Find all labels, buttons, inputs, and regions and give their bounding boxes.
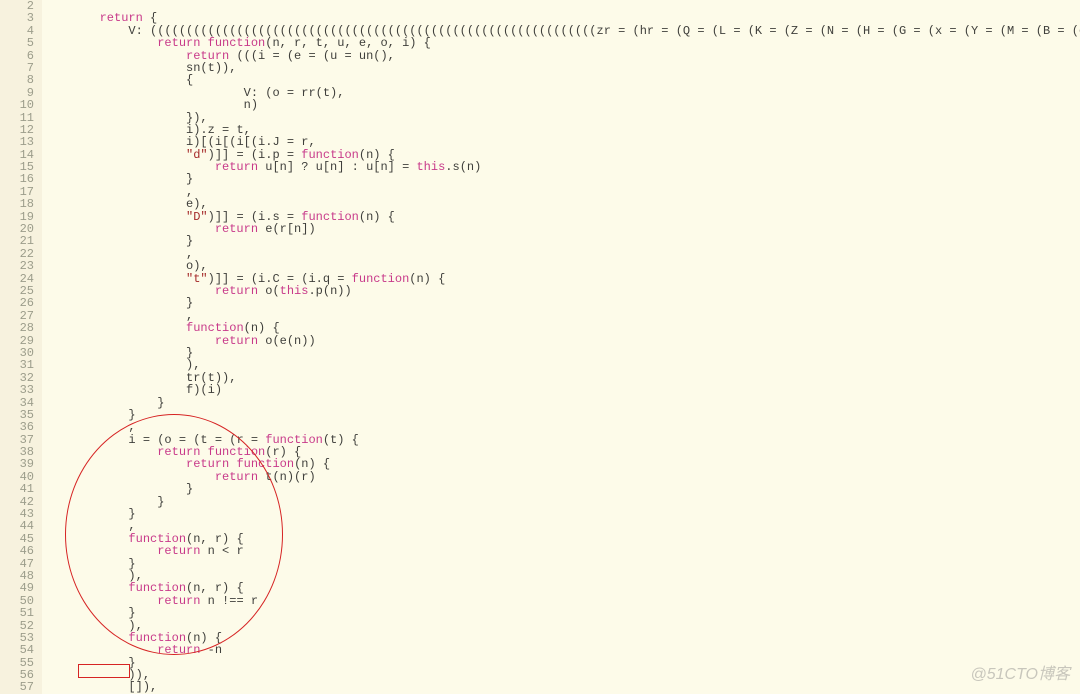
line-number: 26 [0, 297, 34, 309]
code-editor: 2345678910111213141516171819202122232425… [0, 0, 1080, 694]
line-number: 18 [0, 198, 34, 210]
code-line: } [42, 657, 1080, 669]
line-number: 3 [0, 12, 34, 24]
line-number-gutter: 2345678910111213141516171819202122232425… [0, 0, 42, 694]
line-number: 21 [0, 235, 34, 247]
line-number: 41 [0, 483, 34, 495]
line-number: 33 [0, 384, 34, 396]
code-line: } [42, 607, 1080, 619]
code-line: } [42, 496, 1080, 508]
watermark: @51CTO博客 [970, 660, 1070, 684]
code-line: } [42, 483, 1080, 495]
code-line: } [42, 297, 1080, 309]
code-line [42, 0, 1080, 12]
code-line: return o(this.p(n)) [42, 285, 1080, 297]
line-number: 8 [0, 74, 34, 86]
line-number: 23 [0, 260, 34, 272]
code-line: return t(n)(r) [42, 471, 1080, 483]
code-line: return u[n] ? u[n] : u[n] = this.s(n) [42, 161, 1080, 173]
code-line: } [42, 409, 1080, 421]
line-number: 46 [0, 545, 34, 557]
code-line: } [42, 397, 1080, 409]
line-number: 28 [0, 322, 34, 334]
code-line: } [42, 508, 1080, 520]
code-area[interactable]: return { V: ((((((((((((((((((((((((((((… [42, 0, 1080, 694]
code-line: return e(r[n]) [42, 223, 1080, 235]
line-number: 16 [0, 173, 34, 185]
code-line: } [42, 558, 1080, 570]
code-line: return n < r [42, 545, 1080, 557]
code-line: return -n [42, 644, 1080, 656]
line-number: 51 [0, 607, 34, 619]
code-line: sn(t)), [42, 62, 1080, 74]
line-number: 39 [0, 458, 34, 470]
code-line: return o(e(n)) [42, 335, 1080, 347]
code-line: f)(i) [42, 384, 1080, 396]
line-number: 31 [0, 359, 34, 371]
code-line: } [42, 173, 1080, 185]
line-number: 49 [0, 582, 34, 594]
line-number: 13 [0, 136, 34, 148]
code-line: []), [42, 681, 1080, 693]
code-line: )), [42, 669, 1080, 681]
line-number: 10 [0, 99, 34, 111]
line-number: 44 [0, 520, 34, 532]
code-line: } [42, 235, 1080, 247]
line-number: 36 [0, 421, 34, 433]
line-number: 54 [0, 644, 34, 656]
code-line: return n !== r [42, 595, 1080, 607]
line-number: 5 [0, 37, 34, 49]
